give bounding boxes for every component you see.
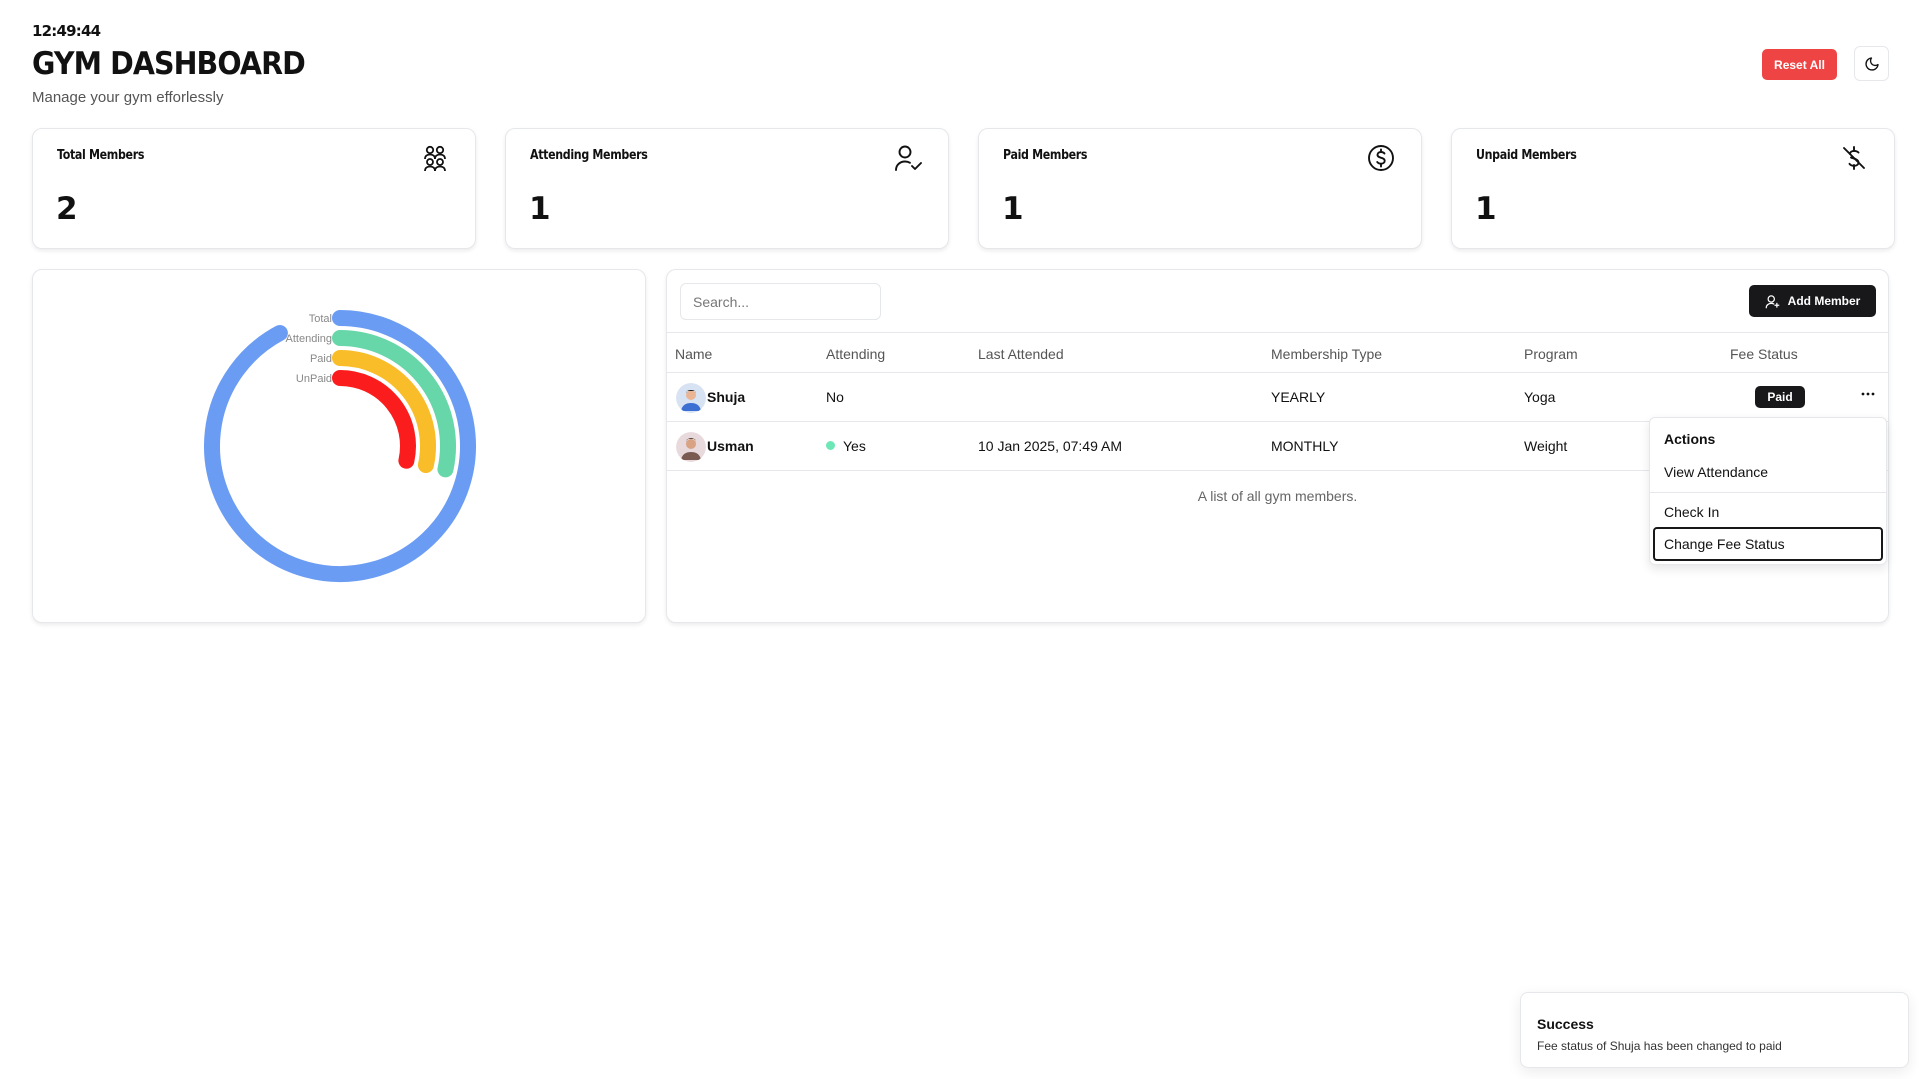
stat-value: 1 — [1002, 191, 1024, 227]
stat-card-attending: Attending Members 1 — [505, 128, 949, 249]
stat-label: Attending Members — [530, 148, 648, 163]
menu-separator — [1650, 492, 1886, 493]
column-header-attending: Attending — [826, 346, 886, 362]
radial-label-attending: Attending — [286, 333, 332, 345]
member-membership-type: MONTHLY — [1271, 438, 1339, 454]
stat-label: Unpaid Members — [1476, 148, 1577, 163]
menu-item-check-in[interactable]: Check In — [1664, 504, 1719, 520]
theme-toggle-button[interactable] — [1854, 46, 1889, 81]
stat-value: 1 — [1475, 191, 1497, 227]
menu-heading: Actions — [1664, 431, 1716, 447]
user-check-icon — [895, 145, 922, 171]
success-toast: Success Fee status of Shuja has been cha… — [1520, 992, 1909, 1068]
member-attending: No — [826, 389, 844, 405]
column-header-membership-type: Membership Type — [1271, 346, 1383, 362]
stat-card-total: Total Members 2 — [32, 128, 476, 249]
stat-card-paid: Paid Members 1 — [978, 128, 1422, 249]
column-header-program: Program — [1524, 346, 1578, 362]
users-group-icon — [424, 145, 446, 172]
stat-label: Total Members — [57, 148, 145, 163]
member-last-attended: 10 Jan 2025, 07:49 AM — [978, 438, 1122, 454]
moon-icon — [1864, 56, 1879, 71]
radial-label-unpaid: UnPaid — [296, 373, 332, 385]
stat-card-unpaid: Unpaid Members 1 — [1451, 128, 1895, 249]
column-header-fee-status: Fee Status — [1730, 346, 1798, 362]
stat-value: 2 — [56, 191, 78, 227]
stat-label: Paid Members — [1003, 148, 1088, 163]
dollar-circle-icon — [1368, 145, 1394, 171]
page-title: GYM DASHBOARD — [32, 46, 306, 82]
radial-chart-svg: Total Attending Paid UnPaid — [204, 310, 476, 582]
add-member-label: Add Member — [1787, 294, 1861, 308]
clock: 12:49:44 — [32, 22, 101, 40]
column-header-last-attended: Last Attended — [978, 346, 1064, 362]
search-input[interactable] — [680, 283, 881, 320]
member-attending: Yes — [826, 438, 866, 454]
member-membership-type: YEARLY — [1271, 389, 1326, 405]
page-subtitle: Manage your gym efforlessly — [32, 89, 224, 106]
user-plus-icon — [1765, 294, 1780, 308]
members-radial-chart: Total Attending Paid UnPaid — [32, 269, 646, 623]
add-member-button[interactable]: Add Member — [1749, 285, 1876, 317]
member-name: Shuja — [707, 389, 746, 405]
menu-item-change-fee-status[interactable]: Change Fee Status — [1664, 536, 1785, 552]
member-name: Usman — [707, 438, 754, 454]
toast-description: Fee status of Shuja has been changed to … — [1537, 1039, 1782, 1053]
table-row[interactable]: Shuja No YEARLY Yoga Paid — [667, 373, 1888, 422]
column-header-name: Name — [675, 346, 713, 362]
stat-value: 1 — [529, 191, 551, 227]
dollar-off-icon — [1843, 146, 1865, 170]
table-header: Name Attending Last Attended Membership … — [667, 332, 1888, 373]
more-horizontal-icon — [1861, 392, 1875, 396]
toast-title: Success — [1537, 1016, 1594, 1032]
row-actions-menu: Actions View Attendance Check In Change … — [1649, 417, 1887, 565]
member-program: Weight — [1524, 438, 1568, 454]
member-program: Yoga — [1524, 389, 1556, 405]
attending-status-dot — [826, 441, 835, 450]
radial-label-total: Total — [309, 313, 332, 325]
reset-all-button[interactable]: Reset All — [1762, 49, 1837, 80]
row-actions-button[interactable] — [1856, 382, 1880, 406]
avatar — [676, 383, 706, 413]
fee-status-badge: Paid — [1755, 386, 1805, 408]
radial-label-paid: Paid — [310, 353, 332, 365]
avatar — [676, 432, 706, 462]
menu-item-view-attendance[interactable]: View Attendance — [1664, 464, 1768, 480]
member-attending-text: Yes — [843, 438, 866, 454]
